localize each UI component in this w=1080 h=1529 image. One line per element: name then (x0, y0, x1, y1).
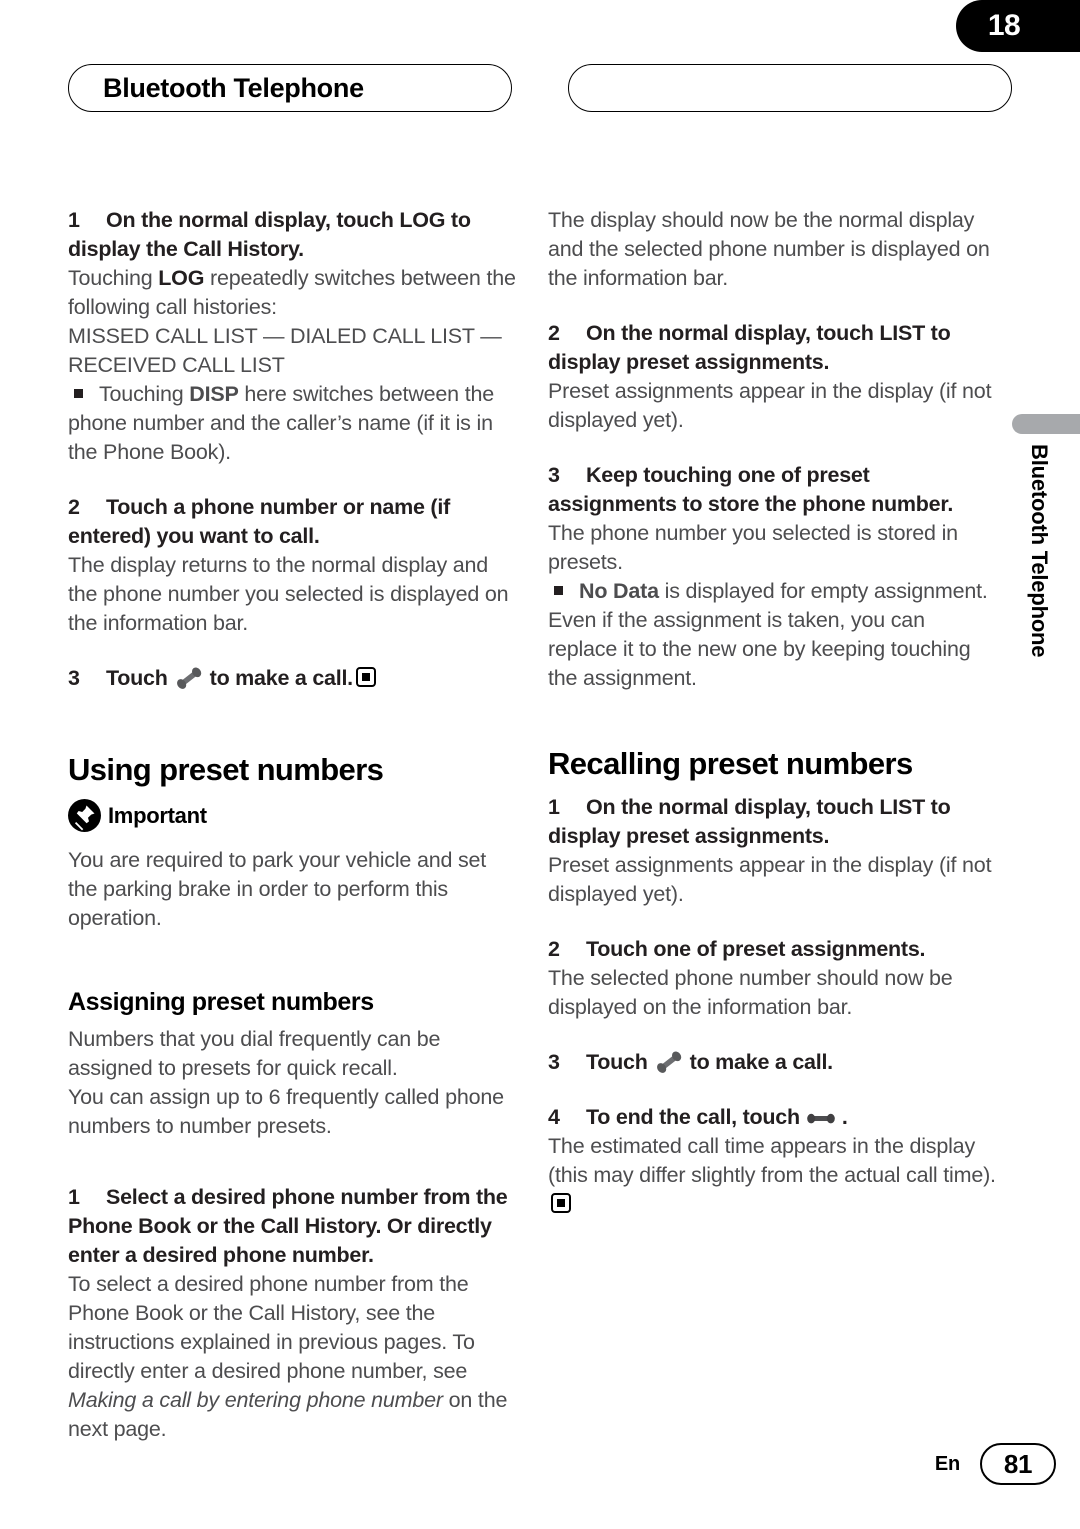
step-number: 3 (68, 666, 80, 690)
step-title: On the normal display, touch LIST to dis… (548, 795, 951, 848)
end-of-procedure-marker-icon (355, 667, 376, 687)
heading-assigning-preset-numbers: Assigning preset numbers (68, 988, 374, 1016)
page-number-pill: 81 (980, 1443, 1056, 1485)
assign-intro-a: Numbers that you dial frequently can be … (68, 1027, 441, 1080)
text-run: The estimated call time appears in the d… (548, 1134, 996, 1187)
recall-step-1-body: Preset assignments appear in the display… (548, 853, 992, 906)
left-column: 1 On the normal display, touch LOG to dis… (68, 206, 516, 1444)
assign-step-1-body: To select a desired phone number from th… (68, 1270, 516, 1444)
side-tab-label: Bluetooth Telephone (1027, 444, 1052, 658)
step-title: Select a desired phone number from the P… (68, 1185, 508, 1267)
recall-step-2-title: 2 Touch one of preset assignments. (548, 935, 996, 964)
step-number: 3 (548, 1050, 560, 1074)
step-title: Touch a phone number or name (if entered… (68, 495, 450, 548)
chapter-title-pill: Bluetooth Telephone (68, 64, 512, 112)
end-of-procedure-marker-icon (551, 1193, 571, 1213)
recall-step-4-title: 4 To end the call, touch. (548, 1103, 996, 1132)
step-number: 2 (548, 321, 560, 345)
step-title-post: to make a call. (689, 1050, 834, 1074)
pushpin-icon (68, 799, 101, 832)
right-column: The display should now be the normal dis… (548, 206, 996, 1219)
step-title-pre: Touch (106, 666, 168, 690)
assign-intro-b: You can assign up to 6 frequently called… (68, 1085, 504, 1138)
step-title-post: to make a call. (209, 666, 354, 690)
left-step-1-title: 1 On the normal display, touch LOG to dis… (68, 206, 516, 264)
phone-handset-offhook-icon (172, 667, 206, 689)
square-bullet-icon (74, 389, 83, 398)
chapter-title: Bluetooth Telephone (103, 72, 364, 103)
step-number: 3 (548, 463, 560, 487)
step-number: 1 (68, 208, 80, 232)
important-notice-header: Important (68, 799, 516, 832)
text-run: To select a desired phone number from th… (68, 1272, 475, 1383)
step-number: 2 (68, 495, 80, 519)
important-body: You are required to park your vehicle an… (68, 848, 487, 930)
section-badge: Section 18 (956, 0, 1080, 52)
recall-step-4-body: The estimated call time appears in the d… (548, 1132, 996, 1219)
right-step-3-bullet: No Data is displayed for empty assignmen… (548, 577, 996, 693)
step-title: Keep touching one of preset assignments … (548, 463, 954, 516)
right-step-3-title: 3 Keep touching one of preset assignments… (548, 461, 996, 519)
phone-handset-offhook-icon (652, 1051, 686, 1073)
section-number: 18 (987, 9, 1021, 42)
important-label: Important (108, 802, 207, 828)
side-tab-marker (1012, 414, 1080, 434)
running-head-pill-empty (568, 64, 1012, 112)
step-number: 2 (548, 937, 560, 961)
heading-using-preset-numbers: Using preset numbers (68, 752, 384, 787)
text-run: Touching (99, 382, 190, 406)
right-step-3-body: The phone number you selected is stored … (548, 521, 958, 574)
left-step-2-body: The display returns to the normal displa… (68, 553, 509, 635)
step-number: 4 (548, 1105, 560, 1129)
step-number: 1 (68, 1185, 80, 1209)
right-step-2-body: Preset assignments appear in the display… (548, 379, 992, 432)
left-step-1-body-a: Touching LOG repeatedly switches between… (68, 264, 516, 322)
no-data-keyword: No Data (579, 579, 659, 603)
heading-recalling-preset-numbers: Recalling preset numbers (548, 746, 913, 781)
recall-step-1-title: 1 On the normal display, touch LIST to di… (548, 793, 996, 851)
disp-keyword: DISP (189, 382, 239, 406)
left-step-2-title: 2 Touch a phone number or name (if entere… (68, 493, 516, 551)
step-title-pre: Touch (586, 1050, 648, 1074)
recall-step-2-body: The selected phone number should now be … (548, 966, 953, 1019)
log-keyword: LOG (158, 266, 205, 290)
recall-step-3-title: 3 Touch to make a call. (548, 1048, 996, 1077)
assign-step-1-title: 1 Select a desired phone number from the … (68, 1183, 516, 1270)
text-run: Touching (68, 266, 159, 290)
right-intro-body: The display should now be the normal dis… (548, 208, 990, 290)
step-title-pre: To end the call, touch (586, 1105, 800, 1129)
phone-handset-onhook-icon (804, 1106, 838, 1128)
page-footer: En 81 (0, 1443, 1080, 1487)
left-step-3-title: 3 Touch to make a call. (68, 664, 516, 693)
step-title: On the normal display, touch LOG to disp… (68, 208, 471, 261)
step-title: On the normal display, touch LIST to dis… (548, 321, 951, 374)
footer-language: En (934, 1453, 960, 1475)
step-title-post: . (841, 1105, 848, 1129)
right-step-2-title: 2 On the normal display, touch LIST to di… (548, 319, 996, 377)
page-number: 81 (1003, 1448, 1033, 1479)
step-title: Touch one of preset assignments. (586, 937, 926, 961)
left-step-1-body-b: MISSED CALL LIST — DIALED CALL LIST — RE… (68, 324, 502, 377)
step-number: 1 (548, 795, 560, 819)
left-step-1-bullet: Touching DISP here switches between the … (68, 380, 516, 467)
square-bullet-icon (554, 586, 563, 595)
page-header: Bluetooth Telephone (68, 64, 1080, 114)
cross-reference: Making a call by entering phone number (68, 1388, 443, 1412)
